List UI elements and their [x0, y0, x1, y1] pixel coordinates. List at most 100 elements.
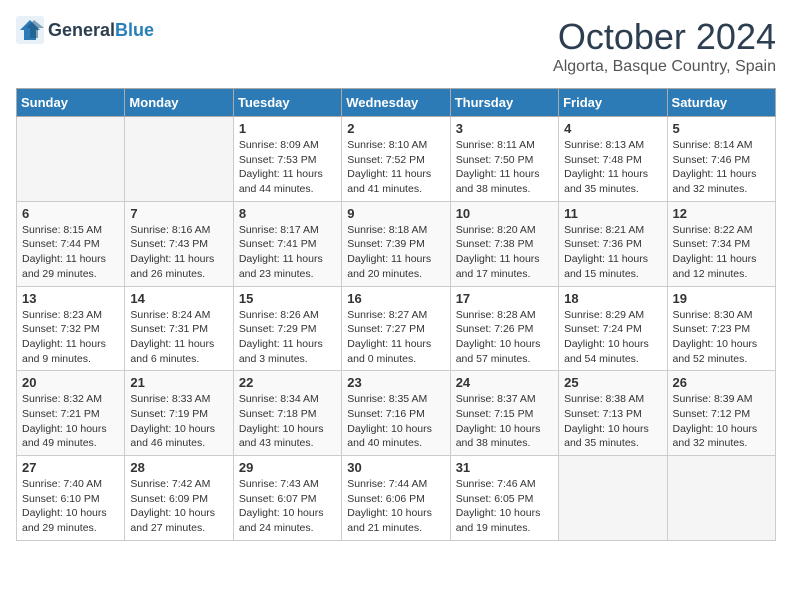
- day-info: Sunrise: 7:40 AMSunset: 6:10 PMDaylight:…: [22, 477, 119, 536]
- calendar-cell: 10Sunrise: 8:20 AMSunset: 7:38 PMDayligh…: [450, 201, 558, 286]
- day-info: Sunrise: 8:15 AMSunset: 7:44 PMDaylight:…: [22, 223, 119, 282]
- calendar-cell: 24Sunrise: 8:37 AMSunset: 7:15 PMDayligh…: [450, 371, 558, 456]
- calendar-cell: 2Sunrise: 8:10 AMSunset: 7:52 PMDaylight…: [342, 117, 450, 202]
- day-number: 17: [456, 291, 553, 306]
- day-number: 24: [456, 375, 553, 390]
- calendar-cell: 23 Sunrise: 8:35 AMSunset: 7:16 PMDayligh…: [342, 371, 450, 456]
- day-number: 28: [130, 460, 227, 475]
- calendar-cell: 14 Sunrise: 8:24 AMSunset: 7:31 PMDayligh…: [125, 286, 233, 371]
- day-info: Sunrise: 8:32 AMSunset: 7:21 PMDaylight:…: [22, 392, 119, 451]
- calendar-cell: [667, 456, 775, 541]
- calendar-week-row: 13 Sunrise: 8:23 AMSunset: 7:32 PMDayligh…: [17, 286, 776, 371]
- calendar-week-row: 6Sunrise: 8:15 AMSunset: 7:44 PMDaylight…: [17, 201, 776, 286]
- calendar-cell: 4Sunrise: 8:13 AMSunset: 7:48 PMDaylight…: [559, 117, 667, 202]
- logo-general: General: [48, 20, 115, 40]
- calendar-cell: [125, 117, 233, 202]
- weekday-header: Thursday: [450, 89, 558, 117]
- logo-icon: [16, 16, 44, 44]
- day-info: Sunrise: 7:44 AMSunset: 6:06 PMDaylight:…: [347, 477, 444, 536]
- day-info: Sunrise: 8:21 AMSunset: 7:36 PMDaylight:…: [564, 223, 661, 282]
- day-number: 21: [130, 375, 227, 390]
- logo-blue: Blue: [115, 20, 154, 40]
- weekday-header: Sunday: [17, 89, 125, 117]
- weekday-header: Tuesday: [233, 89, 341, 117]
- day-info: Sunrise: 8:39 AMSunset: 7:12 PMDaylight:…: [673, 392, 770, 451]
- calendar-header-row: SundayMondayTuesdayWednesdayThursdayFrid…: [17, 89, 776, 117]
- calendar-cell: 15Sunrise: 8:26 AMSunset: 7:29 PMDayligh…: [233, 286, 341, 371]
- calendar-cell: 22Sunrise: 8:34 AMSunset: 7:18 PMDayligh…: [233, 371, 341, 456]
- calendar-week-row: 20 Sunrise: 8:32 AMSunset: 7:21 PMDayligh…: [17, 371, 776, 456]
- day-number: 1: [239, 121, 336, 136]
- day-info: Sunrise: 7:46 AMSunset: 6:05 PMDaylight:…: [456, 477, 553, 536]
- day-info: Sunrise: 8:22 AMSunset: 7:34 PMDaylight:…: [673, 223, 770, 282]
- day-info: Sunrise: 8:28 AMSunset: 7:26 PMDaylight:…: [456, 308, 553, 367]
- day-info: Sunrise: 8:29 AMSunset: 7:24 PMDaylight:…: [564, 308, 661, 367]
- calendar-cell: 3 Sunrise: 8:11 AMSunset: 7:50 PMDaylight…: [450, 117, 558, 202]
- day-number: 31: [456, 460, 553, 475]
- calendar-cell: 31 Sunrise: 7:46 AMSunset: 6:05 PMDayligh…: [450, 456, 558, 541]
- location-title: Algorta, Basque Country, Spain: [553, 58, 776, 76]
- calendar-cell: 5Sunrise: 8:14 AMSunset: 7:46 PMDaylight…: [667, 117, 775, 202]
- day-info: Sunrise: 8:09 AMSunset: 7:53 PMDaylight:…: [239, 138, 336, 197]
- day-info: Sunrise: 8:16 AMSunset: 7:43 PMDaylight:…: [130, 223, 227, 282]
- calendar-cell: 1 Sunrise: 8:09 AMSunset: 7:53 PMDaylight…: [233, 117, 341, 202]
- day-info: Sunrise: 8:11 AMSunset: 7:50 PMDaylight:…: [456, 138, 553, 197]
- day-number: 7: [130, 206, 227, 221]
- weekday-header: Saturday: [667, 89, 775, 117]
- day-number: 16: [347, 291, 444, 306]
- calendar-cell: 11 Sunrise: 8:21 AMSunset: 7:36 PMDayligh…: [559, 201, 667, 286]
- day-info: Sunrise: 7:42 AMSunset: 6:09 PMDaylight:…: [130, 477, 227, 536]
- day-number: 13: [22, 291, 119, 306]
- calendar-cell: 8Sunrise: 8:17 AMSunset: 7:41 PMDaylight…: [233, 201, 341, 286]
- calendar-cell: 13 Sunrise: 8:23 AMSunset: 7:32 PMDayligh…: [17, 286, 125, 371]
- day-info: Sunrise: 8:24 AMSunset: 7:31 PMDaylight:…: [130, 308, 227, 367]
- calendar-cell: 30Sunrise: 7:44 AMSunset: 6:06 PMDayligh…: [342, 456, 450, 541]
- day-info: Sunrise: 8:23 AMSunset: 7:32 PMDaylight:…: [22, 308, 119, 367]
- weekday-header: Wednesday: [342, 89, 450, 117]
- calendar-cell: 19 Sunrise: 8:30 AMSunset: 7:23 PMDayligh…: [667, 286, 775, 371]
- day-number: 18: [564, 291, 661, 306]
- day-number: 9: [347, 206, 444, 221]
- calendar-cell: 27 Sunrise: 7:40 AMSunset: 6:10 PMDayligh…: [17, 456, 125, 541]
- day-number: 20: [22, 375, 119, 390]
- day-number: 2: [347, 121, 444, 136]
- day-number: 11: [564, 206, 661, 221]
- calendar-cell: [559, 456, 667, 541]
- day-info: Sunrise: 8:38 AMSunset: 7:13 PMDaylight:…: [564, 392, 661, 451]
- calendar-cell: 25 Sunrise: 8:38 AMSunset: 7:13 PMDayligh…: [559, 371, 667, 456]
- day-info: Sunrise: 8:13 AMSunset: 7:48 PMDaylight:…: [564, 138, 661, 197]
- day-info: Sunrise: 8:30 AMSunset: 7:23 PMDaylight:…: [673, 308, 770, 367]
- calendar-cell: 7 Sunrise: 8:16 AMSunset: 7:43 PMDaylight…: [125, 201, 233, 286]
- day-number: 25: [564, 375, 661, 390]
- day-number: 14: [130, 291, 227, 306]
- day-info: Sunrise: 8:33 AMSunset: 7:19 PMDaylight:…: [130, 392, 227, 451]
- day-number: 8: [239, 206, 336, 221]
- calendar-week-row: 27 Sunrise: 7:40 AMSunset: 6:10 PMDayligh…: [17, 456, 776, 541]
- page-header: GeneralBlue October 2024 Algorta, Basque…: [16, 16, 776, 76]
- day-info: Sunrise: 8:34 AMSunset: 7:18 PMDaylight:…: [239, 392, 336, 451]
- calendar-cell: 9Sunrise: 8:18 AMSunset: 7:39 PMDaylight…: [342, 201, 450, 286]
- day-number: 5: [673, 121, 770, 136]
- calendar-cell: [17, 117, 125, 202]
- calendar-cell: 6Sunrise: 8:15 AMSunset: 7:44 PMDaylight…: [17, 201, 125, 286]
- calendar-week-row: 1 Sunrise: 8:09 AMSunset: 7:53 PMDaylight…: [17, 117, 776, 202]
- weekday-header: Monday: [125, 89, 233, 117]
- day-info: Sunrise: 8:20 AMSunset: 7:38 PMDaylight:…: [456, 223, 553, 282]
- day-number: 27: [22, 460, 119, 475]
- calendar-cell: 17 Sunrise: 8:28 AMSunset: 7:26 PMDayligh…: [450, 286, 558, 371]
- calendar-cell: 16Sunrise: 8:27 AMSunset: 7:27 PMDayligh…: [342, 286, 450, 371]
- calendar-cell: 29Sunrise: 7:43 AMSunset: 6:07 PMDayligh…: [233, 456, 341, 541]
- day-number: 19: [673, 291, 770, 306]
- calendar-cell: 18 Sunrise: 8:29 AMSunset: 7:24 PMDayligh…: [559, 286, 667, 371]
- title-block: October 2024 Algorta, Basque Country, Sp…: [553, 16, 776, 76]
- calendar-cell: 20 Sunrise: 8:32 AMSunset: 7:21 PMDayligh…: [17, 371, 125, 456]
- day-number: 12: [673, 206, 770, 221]
- logo: GeneralBlue: [16, 16, 154, 44]
- day-number: 23: [347, 375, 444, 390]
- calendar-cell: 12 Sunrise: 8:22 AMSunset: 7:34 PMDayligh…: [667, 201, 775, 286]
- month-title: October 2024: [553, 16, 776, 58]
- day-number: 3: [456, 121, 553, 136]
- day-info: Sunrise: 8:35 AMSunset: 7:16 PMDaylight:…: [347, 392, 444, 451]
- weekday-header: Friday: [559, 89, 667, 117]
- day-number: 29: [239, 460, 336, 475]
